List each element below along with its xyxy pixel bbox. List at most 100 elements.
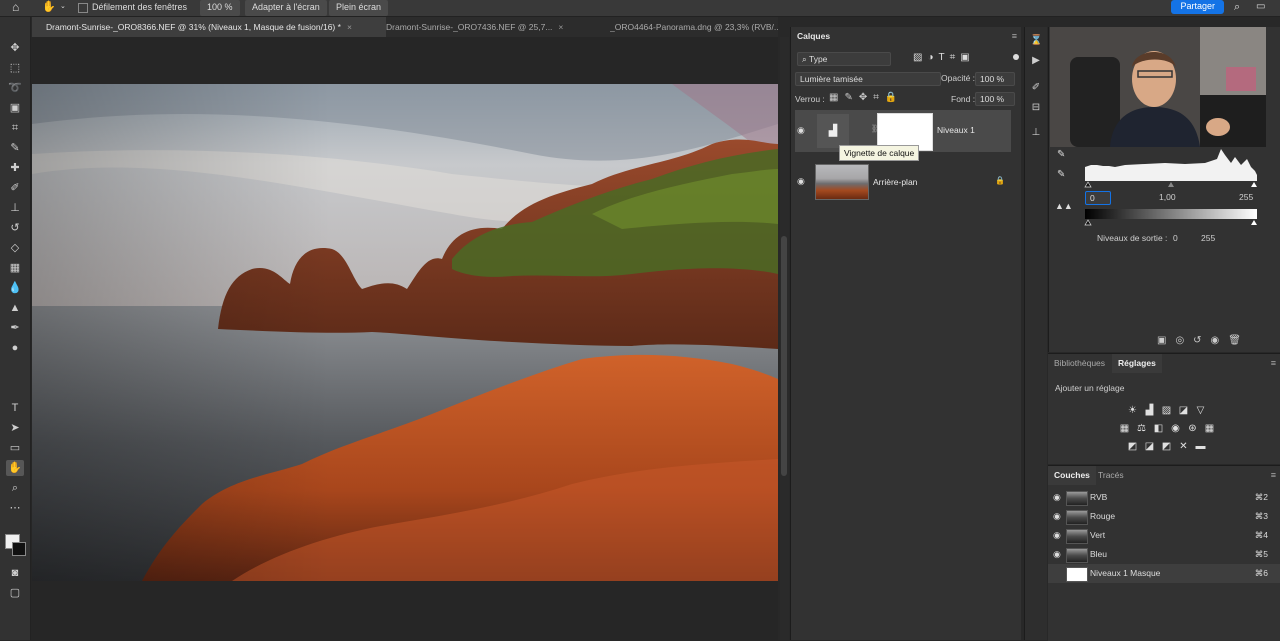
eyedropper-black-icon[interactable]: ✎ — [1057, 149, 1065, 160]
shape-tool-icon[interactable]: ▭ — [6, 440, 24, 456]
channel-row-rgb[interactable]: ◉ RVB ⌘2 — [1048, 488, 1280, 507]
input-gamma-value[interactable]: 1,00 — [1159, 192, 1176, 202]
fill-screen-button[interactable]: Plein écran — [329, 0, 389, 16]
layer-filter-icons[interactable]: ▨◑T⌗▣ — [913, 52, 975, 63]
layer-filter-select[interactable]: ⌕ Type — [797, 52, 891, 66]
tab-document-1[interactable]: Dramont-Sunrise-_ORO8366.NEF @ 31% (Nive… — [32, 17, 386, 37]
channel-name: RVB — [1090, 492, 1108, 502]
path-select-tool-icon[interactable]: ➤ — [6, 420, 24, 436]
dodge-tool-icon[interactable]: ▲ — [6, 300, 24, 316]
eye-icon[interactable]: ◉ — [1053, 511, 1061, 522]
tab-document-3[interactable]: _ORO4464-Panorama.dng @ 23,3% (RVB/... — [610, 17, 778, 37]
auto-levels-icon[interactable]: ▲▲ — [1055, 201, 1073, 211]
panel-menu-icon[interactable]: ≡ — [1012, 31, 1017, 41]
character-icon[interactable]: ⊥ — [1030, 127, 1042, 139]
type-tool-icon[interactable]: T — [6, 400, 24, 416]
hand-tool-icon[interactable]: ✋ — [42, 0, 56, 16]
history-icon[interactable]: ⌛ — [1030, 35, 1042, 47]
output-white-value[interactable]: 255 — [1201, 233, 1215, 243]
chevron-down-icon[interactable]: ⌄ — [60, 0, 66, 16]
eyedropper-tool-icon[interactable]: ✎ — [6, 140, 24, 156]
eye-icon[interactable]: ◉ — [1053, 492, 1061, 503]
input-level-sliders[interactable] — [1083, 179, 1259, 189]
eye-icon[interactable]: ◉ — [1053, 530, 1061, 541]
layers-panel-title: Calques — [797, 31, 831, 41]
eye-icon[interactable]: ◉ — [1053, 549, 1061, 560]
layer-row-background[interactable]: ◉ Arrière-plan 🔒 — [795, 159, 1011, 201]
share-button[interactable]: Partager — [1171, 0, 1224, 14]
adjust-icon[interactable]: ⊟ — [1030, 102, 1042, 114]
input-white-value[interactable]: 255 — [1239, 192, 1253, 202]
levels-adjustment-icon[interactable]: ▟ — [817, 114, 849, 148]
actions-play-icon[interactable]: ▶ — [1030, 55, 1042, 67]
adjustment-icons-row-1[interactable]: ☀ ▟ ▨ ◪ ▽ — [1124, 404, 1209, 417]
adjustments-panel: Bibliothèques Réglages ≡ Ajouter un régl… — [1048, 353, 1280, 464]
pen-tool-icon[interactable]: ✒ — [6, 320, 24, 336]
screen-mode-icon[interactable]: ▢ — [6, 585, 24, 601]
tab-adjustments[interactable]: Réglages — [1112, 354, 1162, 373]
panel-menu-icon[interactable]: ≡ — [1271, 470, 1276, 480]
blur-tool-icon[interactable]: 💧 — [6, 280, 24, 296]
close-icon[interactable]: × — [347, 22, 352, 32]
crop-tool-icon[interactable]: ⌗ — [6, 120, 24, 136]
tab-libraries[interactable]: Bibliothèques — [1048, 354, 1111, 373]
healing-brush-icon[interactable]: ✚ — [6, 160, 24, 176]
channel-name: Vert — [1090, 530, 1106, 540]
channel-row-green[interactable]: ◉ Vert ⌘4 — [1048, 526, 1280, 545]
hand-tool-selected-icon[interactable]: ✋ — [6, 460, 24, 476]
channel-row-red[interactable]: ◉ Rouge ⌘3 — [1048, 507, 1280, 526]
home-icon[interactable]: ⌂ — [12, 0, 19, 16]
tab-paths[interactable]: Tracés — [1092, 466, 1130, 485]
document-tabs: Dramont-Sunrise-_ORO8366.NEF @ 31% (Nive… — [32, 17, 778, 37]
scroll-all-checkbox[interactable] — [78, 3, 88, 13]
brush-settings-icon[interactable]: ✐ — [1030, 82, 1042, 94]
fit-screen-button[interactable]: Adapter à l'écran — [245, 0, 327, 16]
lasso-tool-icon[interactable]: ➰ — [6, 80, 24, 96]
panel-menu-icon[interactable]: ≡ — [1271, 358, 1276, 368]
tab-document-2[interactable]: Dramont-Sunrise-_ORO7436.NEF @ 25,7... × — [386, 17, 606, 37]
adjustment-icons-row-2[interactable]: ▦ ⚖ ◧ ◉ ⊛ ▦ — [1116, 422, 1218, 435]
zoom-100-button[interactable]: 100 % — [200, 0, 240, 16]
filter-toggle-icon[interactable] — [1013, 54, 1019, 60]
tools-panel: ✥ ⬚ ➰ ▣ ⌗ ✎ ✚ ✐ ⊥ ↺ ◇ ▦ 💧 ▲ ✒ ● T ➤ ▭ ✋ … — [0, 17, 31, 640]
background-layer-thumbnail[interactable] — [815, 164, 869, 200]
search-icon[interactable]: ⌕ — [1234, 0, 1240, 16]
eraser-tool-icon[interactable]: ◇ — [6, 240, 24, 256]
eyedropper-gray-icon[interactable]: ✎ — [1057, 169, 1065, 180]
scrollbar-thumb[interactable] — [781, 236, 787, 476]
channel-thumbnail — [1066, 548, 1088, 563]
opacity-input[interactable]: 100 % — [975, 72, 1015, 86]
channels-panel: Couches Tracés ≡ ◉ RVB ⌘2 ◉ Rouge ⌘3 ◉ V… — [1048, 465, 1280, 641]
panel-dock: ⌛ ▶ ✐ ⊟ ⊥ — [1024, 27, 1047, 640]
move-tool-icon[interactable]: ✥ — [6, 40, 24, 56]
quick-mask-icon[interactable]: ◙ — [6, 565, 24, 581]
background-color-swatch[interactable] — [12, 542, 26, 556]
adjustment-icons-row-3[interactable]: ◩ ◪ ◩ ✕ ▬ — [1124, 440, 1209, 453]
stamp-tool-icon[interactable]: ⊥ — [6, 200, 24, 216]
input-black-field[interactable]: 0 — [1085, 191, 1111, 205]
workspace-icon[interactable]: ▭ — [1256, 0, 1265, 16]
blend-mode-select[interactable]: Lumière tamisée — [795, 72, 941, 86]
zoom-tool-icon[interactable]: ⌕ — [6, 480, 24, 496]
object-select-tool-icon[interactable]: ▣ — [6, 100, 24, 116]
channel-row-blue[interactable]: ◉ Bleu ⌘5 — [1048, 545, 1280, 564]
fill-input[interactable]: 100 % — [975, 92, 1015, 106]
layer-name: Arrière-plan — [873, 177, 918, 187]
document-image[interactable] — [32, 84, 778, 581]
eye-icon[interactable]: ◉ — [797, 176, 805, 187]
marquee-tool-icon[interactable]: ⬚ — [6, 60, 24, 76]
brush-tool-icon[interactable]: ✐ — [6, 180, 24, 196]
lock-icons[interactable]: ▦✎✥⌗🔒 — [829, 92, 903, 103]
properties-footer-icons[interactable]: ▣◎↺◉🗑 — [1157, 335, 1250, 346]
layer-name: Niveaux 1 — [937, 125, 975, 135]
tab-channels[interactable]: Couches — [1048, 466, 1096, 485]
channel-row-mask[interactable]: Niveaux 1 Masque ⌘6 — [1048, 564, 1280, 583]
gradient-tool-icon[interactable]: ▦ — [6, 260, 24, 276]
close-icon[interactable]: × — [558, 22, 563, 32]
sponge-tool-icon[interactable]: ● — [6, 340, 24, 356]
more-tools-icon[interactable]: ⋯ — [6, 500, 24, 516]
history-brush-icon[interactable]: ↺ — [6, 220, 24, 236]
output-black-value[interactable]: 0 — [1173, 233, 1178, 243]
eye-icon[interactable]: ◉ — [797, 125, 805, 136]
output-level-sliders[interactable] — [1083, 218, 1259, 226]
